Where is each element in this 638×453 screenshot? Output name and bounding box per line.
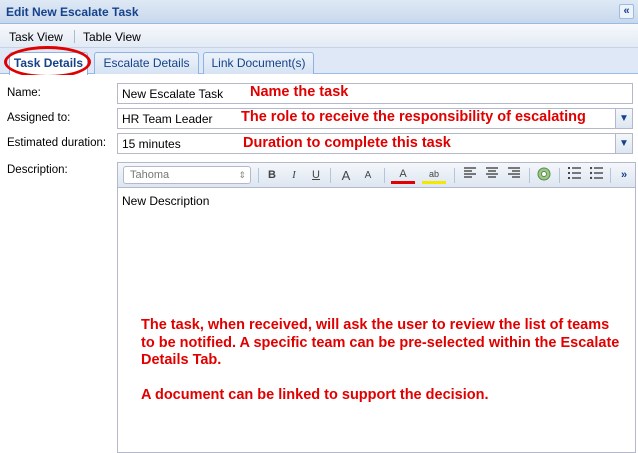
menu-table-view[interactable]: Table View xyxy=(83,30,141,44)
toolbar-separator xyxy=(610,168,611,183)
italic-button[interactable]: I xyxy=(285,167,303,184)
assigned-to-label: Assigned to: xyxy=(7,112,71,124)
select-arrows-icon: ⇕ xyxy=(238,170,246,180)
description-text: New Description xyxy=(122,194,210,208)
menubar: Task View Table View xyxy=(0,24,638,48)
dropdown-arrow-icon[interactable]: ▼ xyxy=(615,134,632,153)
name-input[interactable]: New Escalate Task xyxy=(117,83,633,104)
annotation-paragraph: The task, when received, will ask the us… xyxy=(141,317,620,368)
font-family-value: Tahoma xyxy=(130,169,170,181)
duration-label: Estimated duration: xyxy=(7,137,107,149)
link-icon[interactable] xyxy=(535,167,553,184)
menu-separator xyxy=(74,30,75,43)
align-center-icon[interactable] xyxy=(483,167,501,184)
more-tools-button[interactable]: » xyxy=(615,167,633,184)
align-left-icon[interactable] xyxy=(461,167,479,184)
task-details-panel: Name: New Escalate Task Name the task As… xyxy=(0,75,638,453)
bold-button[interactable]: B xyxy=(263,167,281,184)
toolbar-separator xyxy=(454,168,455,183)
tab-task-details[interactable]: Task Details xyxy=(9,52,88,75)
dropdown-arrow-icon[interactable]: ▼ xyxy=(615,109,632,128)
toolbar-separator xyxy=(529,168,530,183)
tab-strip: Task Details Escalate Details Link Docum… xyxy=(0,48,638,75)
underline-button[interactable]: U xyxy=(307,167,325,184)
grow-font-button[interactable]: A xyxy=(337,167,355,184)
highlight-color-button[interactable]: ab xyxy=(422,167,446,184)
description-editor[interactable]: Tahoma ⇕ B I U A A A ab » New Descriptio… xyxy=(117,162,636,453)
font-color-button[interactable]: A xyxy=(391,167,415,184)
editor-toolbar: Tahoma ⇕ B I U A A A ab » xyxy=(118,163,635,188)
toolbar-separator xyxy=(384,168,385,183)
assigned-to-value: HR Team Leader xyxy=(122,112,213,126)
font-family-select[interactable]: Tahoma ⇕ xyxy=(123,166,251,184)
ordered-list-icon[interactable] xyxy=(565,167,583,184)
name-annotation: Name the task xyxy=(250,84,349,100)
toolbar-separator xyxy=(258,168,259,183)
align-right-icon[interactable] xyxy=(505,167,523,184)
tab-escalate-details[interactable]: Escalate Details xyxy=(94,52,199,74)
duration-annotation: Duration to complete this task xyxy=(243,135,451,151)
window-title: Edit New Escalate Task xyxy=(6,5,139,19)
shrink-font-button[interactable]: A xyxy=(359,167,377,184)
name-label: Name: xyxy=(7,87,41,99)
unordered-list-icon[interactable] xyxy=(587,166,605,184)
tab-link-documents[interactable]: Link Document(s) xyxy=(203,52,314,74)
menu-task-view[interactable]: Task View xyxy=(9,30,63,44)
toolbar-separator xyxy=(559,168,560,183)
collapse-icon[interactable]: « xyxy=(619,4,634,19)
assigned-to-annotation: The role to receive the responsibility o… xyxy=(241,109,586,125)
window-titlebar: Edit New Escalate Task « xyxy=(0,0,638,24)
description-annotation: The task, when received, will ask the us… xyxy=(141,317,621,422)
description-label: Description: xyxy=(7,164,68,176)
toolbar-separator xyxy=(330,168,331,183)
name-value: New Escalate Task xyxy=(122,87,224,101)
duration-value: 15 minutes xyxy=(122,137,181,151)
annotation-paragraph: A document can be linked to support the … xyxy=(141,387,489,403)
